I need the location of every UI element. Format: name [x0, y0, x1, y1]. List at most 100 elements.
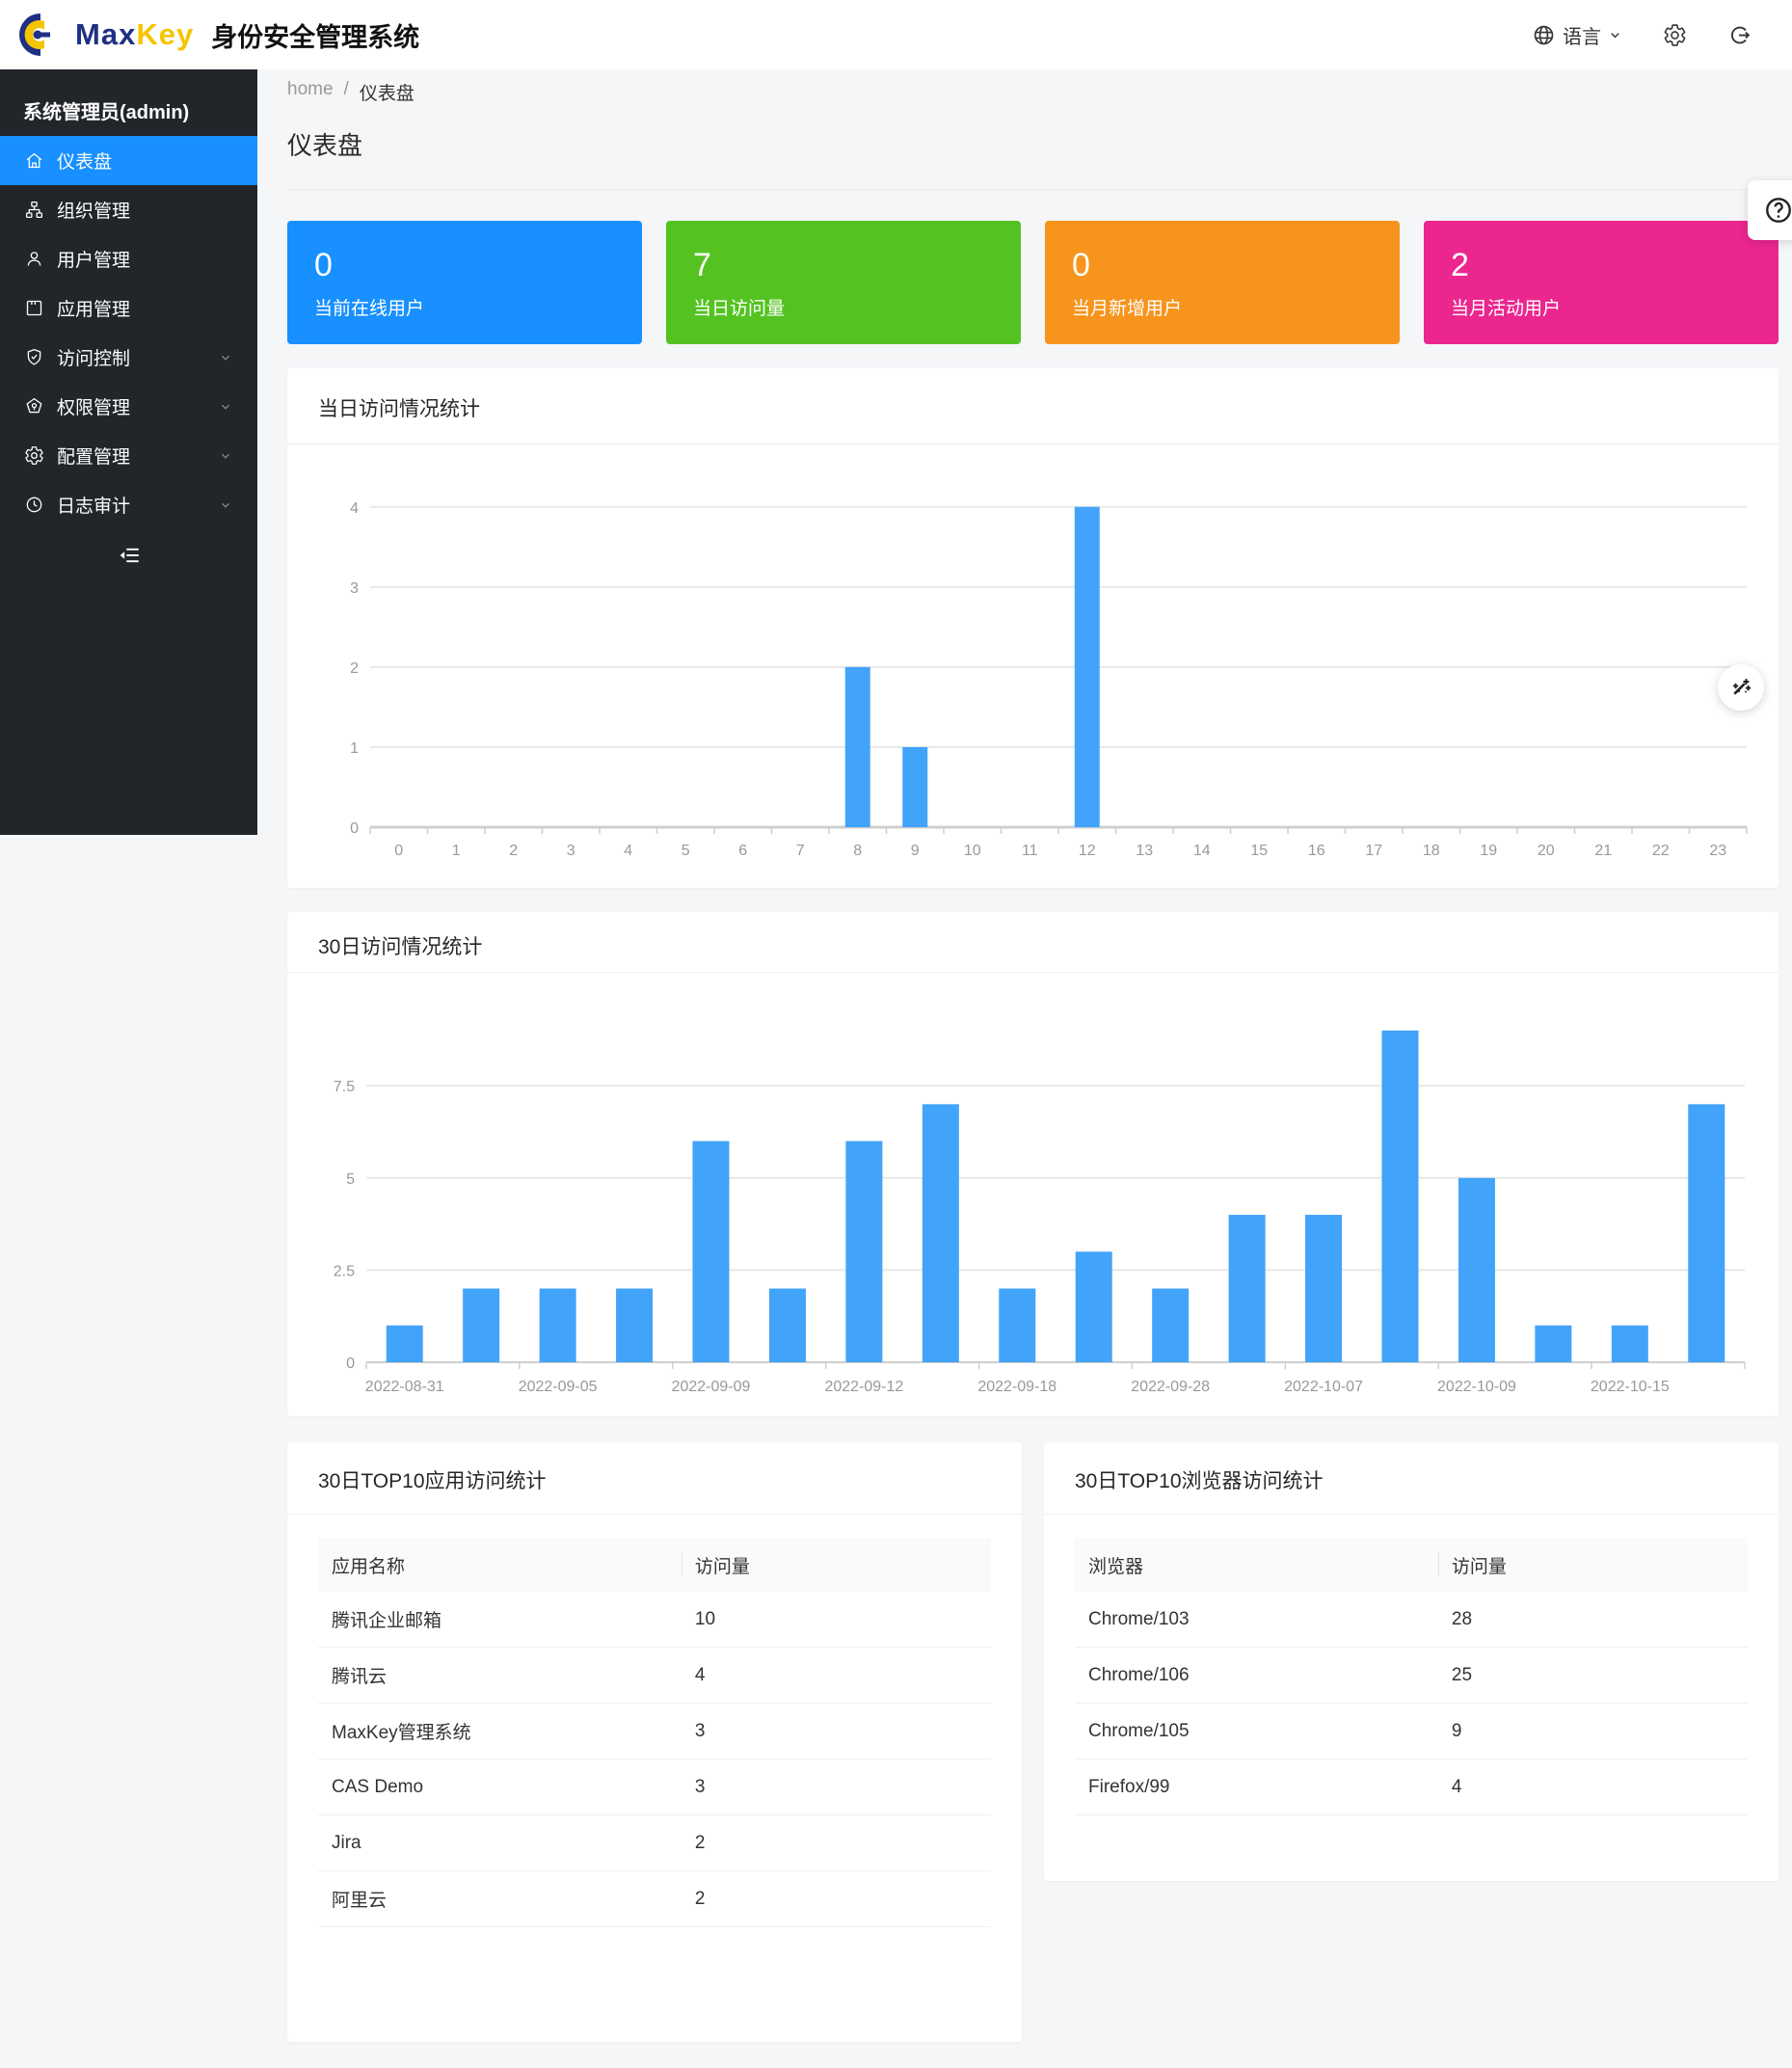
cell-name: 腾讯企业邮箱: [318, 1606, 682, 1632]
x-axis-tick-label: 2022-09-12: [824, 1379, 903, 1395]
cell-value: 25: [1438, 1665, 1748, 1686]
menu-collapse-button[interactable]: [0, 543, 257, 573]
x-axis-tick-label: 21: [1594, 843, 1612, 859]
chevron-down-icon: [1608, 28, 1622, 42]
y-axis-tick-label: 3: [350, 580, 359, 597]
sidebar-item-users[interactable]: 用户管理: [0, 234, 257, 283]
y-axis-tick-label: 4: [350, 500, 359, 517]
x-axis-tick-label: 2022-08-31: [365, 1379, 444, 1395]
x-axis-tick-label: 2022-09-18: [977, 1379, 1056, 1395]
cell-value: 28: [1438, 1609, 1748, 1630]
table-title: 30日TOP10应用访问统计: [287, 1442, 1022, 1514]
bar-2022-09-18: [999, 1289, 1035, 1362]
magic-wand-icon: [1728, 675, 1753, 700]
x-axis-tick-label: 2: [509, 843, 518, 859]
cell-value: 3: [682, 1777, 991, 1798]
x-axis-tick-label: 2022-10-09: [1437, 1379, 1516, 1395]
top-browsers-table: 浏览器访问量Chrome/10328Chrome/10625Chrome/105…: [1075, 1538, 1748, 1815]
cell-name: 阿里云: [318, 1886, 682, 1912]
app-icon: [24, 298, 44, 318]
stat-label: 当月新增用户: [1072, 294, 1373, 320]
bar-2022-09-12: [845, 1141, 882, 1362]
clock-icon: [24, 495, 44, 515]
x-axis-tick-label: 23: [1709, 843, 1726, 859]
cell-name: Jira: [318, 1833, 682, 1854]
chevron-down-icon: [219, 498, 232, 512]
x-axis-tick-label: 13: [1136, 843, 1153, 859]
maxkey-logo-icon: [15, 10, 66, 60]
bar-2022-09-05: [540, 1289, 576, 1362]
theme-config-button[interactable]: [1718, 664, 1764, 711]
bar-2022-09-09: [693, 1141, 730, 1362]
table-row: MaxKey管理系统3: [318, 1704, 991, 1759]
daily-visits-bar-chart: 0123401234567891011121314151617181920212…: [312, 458, 1753, 882]
sidebar-item-label: 应用管理: [57, 295, 130, 321]
table-row: Chrome/10625: [1075, 1648, 1748, 1704]
column-header: 访问量: [682, 1552, 991, 1578]
user-icon: [24, 249, 44, 269]
sidebar-item-permissions[interactable]: 权限管理: [0, 382, 257, 431]
settings-button[interactable]: [1663, 23, 1687, 47]
daily-visits-chart-card: 当日访问情况统计 0123401234567891011121314151617…: [287, 368, 1779, 888]
help-icon: [1763, 195, 1792, 226]
chart-title: 30日访问情况统计: [287, 912, 1779, 972]
sidebar-item-config[interactable]: 配置管理: [0, 431, 257, 480]
shield-check-icon: [24, 347, 44, 367]
cell-name: MaxKey管理系统: [318, 1718, 682, 1744]
stat-value: 0: [314, 246, 615, 284]
header-actions: 语言: [1532, 21, 1752, 49]
top-apps-table-card: 30日TOP10应用访问统计 应用名称访问量腾讯企业邮箱10腾讯云4MaxKey…: [287, 1442, 1022, 2042]
breadcrumb-home-link[interactable]: home: [287, 79, 334, 105]
x-axis-tick-label: 2022-10-15: [1591, 1379, 1670, 1395]
sidebar-item-dashboard[interactable]: 仪表盘: [0, 136, 257, 185]
x-axis-tick-label: 0: [394, 843, 403, 859]
cell-value: 3: [682, 1721, 991, 1742]
language-switcher[interactable]: 语言: [1532, 21, 1622, 49]
top-browsers-table-card: 30日TOP10浏览器访问统计 浏览器访问量Chrome/10328Chrome…: [1044, 1442, 1779, 1881]
stat-card-active-users-month: 2当月活动用户: [1424, 221, 1779, 344]
sidebar-item-audit[interactable]: 日志审计: [0, 480, 257, 529]
sidebar-item-applications[interactable]: 应用管理: [0, 283, 257, 333]
gear-icon: [24, 445, 44, 466]
stat-label: 当日访问量: [693, 294, 994, 320]
gear-icon: [24, 445, 44, 466]
cell-name: 腾讯云: [318, 1662, 682, 1688]
sidebar-item-access[interactable]: 访问控制: [0, 333, 257, 382]
logout-button[interactable]: [1727, 23, 1752, 47]
cell-name: CAS Demo: [318, 1777, 682, 1798]
stat-label: 当月活动用户: [1451, 294, 1752, 320]
x-axis-tick-label: 20: [1538, 843, 1555, 859]
breadcrumb-separator: /: [344, 79, 349, 105]
cell-value: 9: [1438, 1721, 1748, 1742]
app-icon: [24, 298, 44, 318]
bar-12: [1075, 507, 1100, 827]
cell-value: 4: [1438, 1777, 1748, 1798]
x-axis-tick-label: 5: [682, 843, 690, 859]
sidebar-item-organization[interactable]: 组织管理: [0, 185, 257, 234]
breadcrumb-current: 仪表盘: [360, 79, 415, 105]
sidebar-item-label: 权限管理: [57, 393, 130, 419]
page-title: 仪表盘: [287, 126, 1779, 162]
bar-item-15: [1535, 1326, 1571, 1362]
stat-card-new-users-month: 0当月新增用户: [1045, 221, 1400, 344]
help-button[interactable]: [1748, 180, 1792, 240]
y-axis-tick-label: 7.5: [334, 1079, 355, 1095]
shield-check-icon: [24, 347, 44, 367]
x-axis-tick-label: 14: [1193, 843, 1211, 859]
main-content: home / 仪表盘 仪表盘 0当前在线用户7当日访问量0当月新增用户2当月活动…: [257, 69, 1792, 2042]
gear-icon: [1663, 23, 1687, 47]
bar-8: [845, 667, 870, 827]
y-axis-tick-label: 2: [350, 660, 359, 677]
bar-item-17: [1688, 1104, 1725, 1362]
cell-name: Chrome/103: [1075, 1609, 1438, 1630]
stat-value: 7: [693, 246, 994, 284]
monthly-visits-bar-chart: 02.557.52022-08-312022-09-052022-09-0920…: [312, 986, 1753, 1410]
table-header-row: 浏览器访问量: [1075, 1538, 1748, 1592]
x-axis-tick-label: 16: [1308, 843, 1325, 859]
bar-2022-10-09: [1458, 1178, 1495, 1362]
cell-value: 10: [682, 1609, 991, 1630]
x-axis-tick-label: 9: [911, 843, 920, 859]
bar-item-7: [923, 1104, 959, 1362]
chevron-down-icon: [219, 400, 232, 414]
x-axis-tick-label: 3: [567, 843, 575, 859]
